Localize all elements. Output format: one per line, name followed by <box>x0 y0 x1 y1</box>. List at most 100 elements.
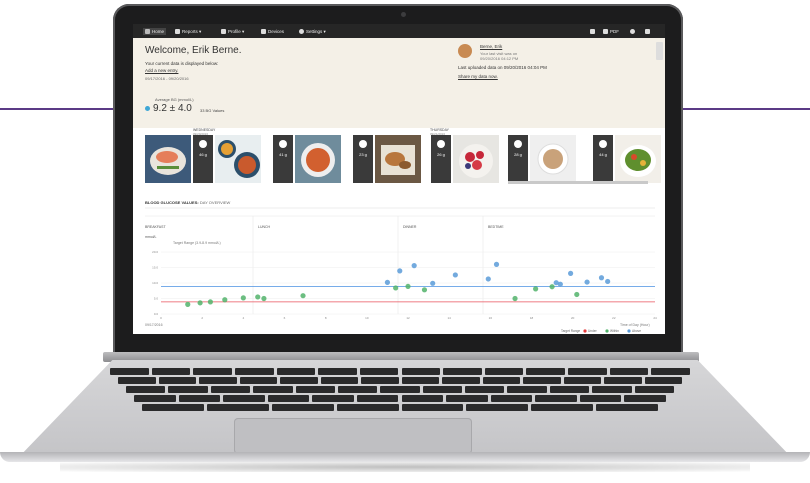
meal-tile[interactable]: 23 g <box>353 135 373 183</box>
keyboard-key[interactable] <box>267 395 310 402</box>
keyboard-key[interactable] <box>134 395 176 402</box>
keyboard-key[interactable] <box>563 377 601 384</box>
keyboard-key[interactable] <box>271 404 334 411</box>
keyboard-key[interactable] <box>523 377 561 384</box>
nav-profile[interactable]: Profile ▾ <box>221 28 244 35</box>
keyboard-key[interactable] <box>253 386 293 393</box>
keyboard-key[interactable] <box>380 386 420 393</box>
keyboard-key[interactable] <box>318 368 357 375</box>
meal-photo-salad[interactable] <box>615 135 661 183</box>
keyboard-key[interactable] <box>193 368 232 375</box>
keyboard-key[interactable] <box>206 404 269 411</box>
keyboard-key[interactable] <box>507 386 547 393</box>
x-tick-label: 14 <box>447 316 451 320</box>
keyboard-key[interactable] <box>549 386 590 393</box>
keyboard-key[interactable] <box>118 377 156 384</box>
meal-tile[interactable]: 46 g <box>193 135 213 183</box>
meal-photo-berries[interactable] <box>453 135 499 183</box>
phase-label: BEDTIME <box>488 225 504 229</box>
top-navbar: Home Reports ▾ Profile ▾ Devices Setting… <box>133 24 665 38</box>
bg-scatter-chart: BLOOD GLUCOSE VALUES: DAY OVERVIEW BREAK… <box>145 200 657 333</box>
nav-reports[interactable]: Reports ▾ <box>175 28 201 35</box>
avg-bg-value: 9.2 ± 4.0 <box>145 103 192 114</box>
keyboard-key[interactable] <box>401 377 439 384</box>
meal-tile[interactable]: 26 g <box>431 135 451 183</box>
add-entry-link[interactable]: Add a new entry. <box>145 68 178 73</box>
nav-devices[interactable]: Devices <box>261 28 284 35</box>
keyboard-key[interactable] <box>526 368 566 375</box>
keyboard-key[interactable] <box>276 368 316 375</box>
keyboard-key[interactable] <box>401 395 444 402</box>
keyboard-key[interactable] <box>126 386 166 393</box>
keyboard-key[interactable] <box>280 377 318 384</box>
keyboard-key[interactable] <box>337 386 378 393</box>
share-button[interactable] <box>590 28 597 35</box>
keyboard-key[interactable] <box>568 368 607 375</box>
meal-strip-scrollbar[interactable] <box>508 181 648 184</box>
keyboard-key[interactable] <box>401 404 464 411</box>
keyboard-key[interactable] <box>356 395 399 402</box>
keyboard-key[interactable] <box>465 386 505 393</box>
nav-settings[interactable]: Settings ▾ <box>299 28 326 35</box>
keyboard-key[interactable] <box>609 368 649 375</box>
logout-button[interactable] <box>645 28 652 35</box>
pdf-button[interactable]: PDF <box>603 28 619 35</box>
meal-photo-salmon[interactable] <box>145 135 191 183</box>
keyboard-key[interactable] <box>466 404 529 411</box>
keyboard-key[interactable] <box>320 377 358 384</box>
keyboard-key[interactable] <box>422 386 463 393</box>
keyboard-key[interactable] <box>142 404 204 411</box>
meal-photo-coffee[interactable] <box>530 135 576 183</box>
keyboard-key[interactable] <box>239 377 277 384</box>
keyboard-key[interactable] <box>199 377 237 384</box>
last-upload-text: Last uploaded data on 09/20/2016 04:04 P… <box>458 65 547 70</box>
keyboard-key[interactable] <box>110 368 149 375</box>
keyboard-key[interactable] <box>151 368 191 375</box>
trackpad[interactable] <box>234 418 472 454</box>
meal-tile[interactable]: 41 g <box>273 135 293 183</box>
bg-point-within <box>512 295 518 302</box>
nav-home[interactable]: Home <box>143 28 167 35</box>
help-button[interactable] <box>630 28 637 35</box>
keyboard-key[interactable] <box>158 377 196 384</box>
decorative-line-left <box>0 108 118 110</box>
keyboard-key[interactable] <box>531 404 594 411</box>
keyboard-key[interactable] <box>178 395 221 402</box>
keyboard-key[interactable] <box>644 377 682 384</box>
bg-point-above <box>452 272 458 278</box>
keyboard-key[interactable] <box>168 386 208 393</box>
keyboard-key[interactable] <box>210 386 251 393</box>
meal-photo-bowls[interactable] <box>215 135 261 183</box>
keyboard-key[interactable] <box>442 377 480 384</box>
keyboard-key[interactable] <box>651 368 690 375</box>
meal-photo-soup[interactable] <box>295 135 341 183</box>
meal-photo-bread[interactable] <box>375 135 421 183</box>
bg-point-within <box>185 301 191 307</box>
keyboard-key[interactable] <box>336 404 399 411</box>
keyboard-key[interactable] <box>312 395 354 402</box>
keyboard-key[interactable] <box>234 368 274 375</box>
keyboard-key[interactable] <box>359 368 399 375</box>
meal-tile[interactable]: 28 g <box>508 135 528 183</box>
help-icon <box>630 29 635 35</box>
keyboard-key[interactable] <box>443 368 482 375</box>
keyboard-key[interactable] <box>592 386 632 393</box>
keyboard-key[interactable] <box>579 395 622 402</box>
keyboard-key[interactable] <box>446 395 488 402</box>
keyboard-key[interactable] <box>223 395 265 402</box>
meal-tile[interactable]: 44 g <box>593 135 613 183</box>
share-data-link[interactable]: Share my data now. <box>458 74 498 79</box>
keyboard-key[interactable] <box>604 377 642 384</box>
keyboard-key[interactable] <box>535 395 577 402</box>
keyboard-key[interactable] <box>634 386 674 393</box>
keyboard-key[interactable] <box>361 377 399 384</box>
profile-name-link[interactable]: Berne, Erik <box>480 44 502 49</box>
side-widget[interactable] <box>656 42 663 60</box>
keyboard-key[interactable] <box>624 395 666 402</box>
keyboard-key[interactable] <box>484 368 524 375</box>
keyboard-key[interactable] <box>295 386 335 393</box>
keyboard-key[interactable] <box>596 404 658 411</box>
keyboard-key[interactable] <box>482 377 520 384</box>
keyboard-key[interactable] <box>401 368 441 375</box>
keyboard-key[interactable] <box>490 395 533 402</box>
